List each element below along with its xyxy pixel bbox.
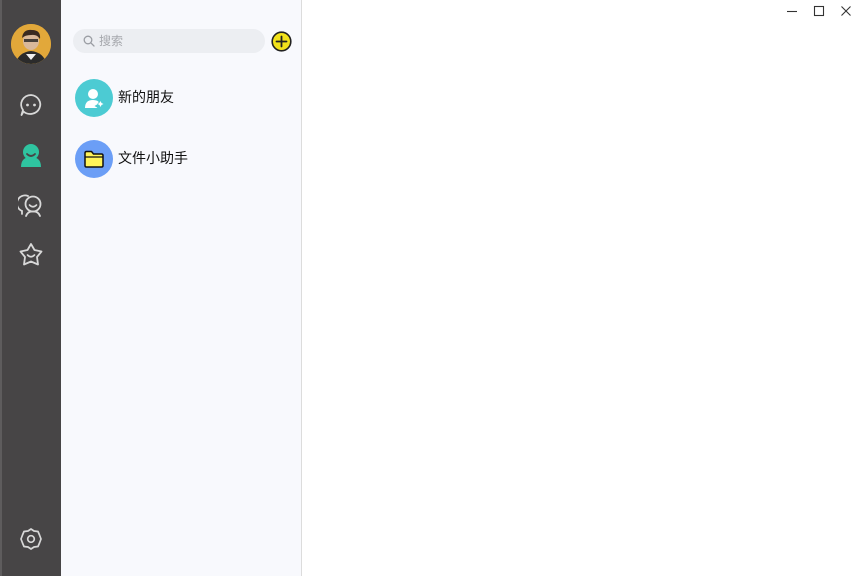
nav-moments-button[interactable]	[16, 190, 46, 220]
rail-edge	[0, 0, 2, 576]
folder-icon	[84, 150, 104, 168]
main-content-area	[302, 0, 859, 576]
nav-contacts-button[interactable]	[16, 140, 46, 170]
contacts-panel: 新的朋友 文件小助手	[61, 0, 302, 576]
maximize-button[interactable]	[808, 2, 830, 20]
friends-group-icon	[18, 194, 42, 217]
search-input[interactable]	[99, 31, 249, 51]
nav-favorites-button[interactable]	[16, 240, 46, 270]
settings-button[interactable]	[16, 524, 46, 554]
contact-item-label: 文件小助手	[118, 151, 188, 167]
maximize-icon	[813, 5, 825, 17]
contact-item-new-friends[interactable]: 新的朋友	[61, 70, 301, 126]
plus-circle-icon	[271, 31, 292, 52]
contacts-person-icon	[21, 144, 41, 167]
gear-icon	[20, 528, 42, 550]
nav-rail	[0, 0, 61, 576]
chat-bubble-icon	[20, 94, 42, 116]
file-helper-avatar	[75, 140, 113, 178]
star-box-icon	[19, 243, 43, 266]
avatar-portrait-icon	[11, 24, 51, 64]
minimize-button[interactable]	[781, 2, 803, 20]
contact-item-file-helper[interactable]: 文件小助手	[61, 131, 301, 187]
contact-item-label: 新的朋友	[118, 90, 174, 106]
nav-chat-button[interactable]	[16, 90, 46, 120]
user-avatar[interactable]	[11, 24, 51, 64]
search-icon	[83, 35, 95, 47]
close-button[interactable]	[835, 2, 857, 20]
new-friends-avatar	[75, 79, 113, 117]
search-box[interactable]	[73, 29, 265, 53]
add-person-icon	[85, 89, 104, 109]
close-icon	[841, 6, 851, 16]
add-button[interactable]	[271, 31, 292, 52]
minimize-icon	[787, 10, 797, 13]
